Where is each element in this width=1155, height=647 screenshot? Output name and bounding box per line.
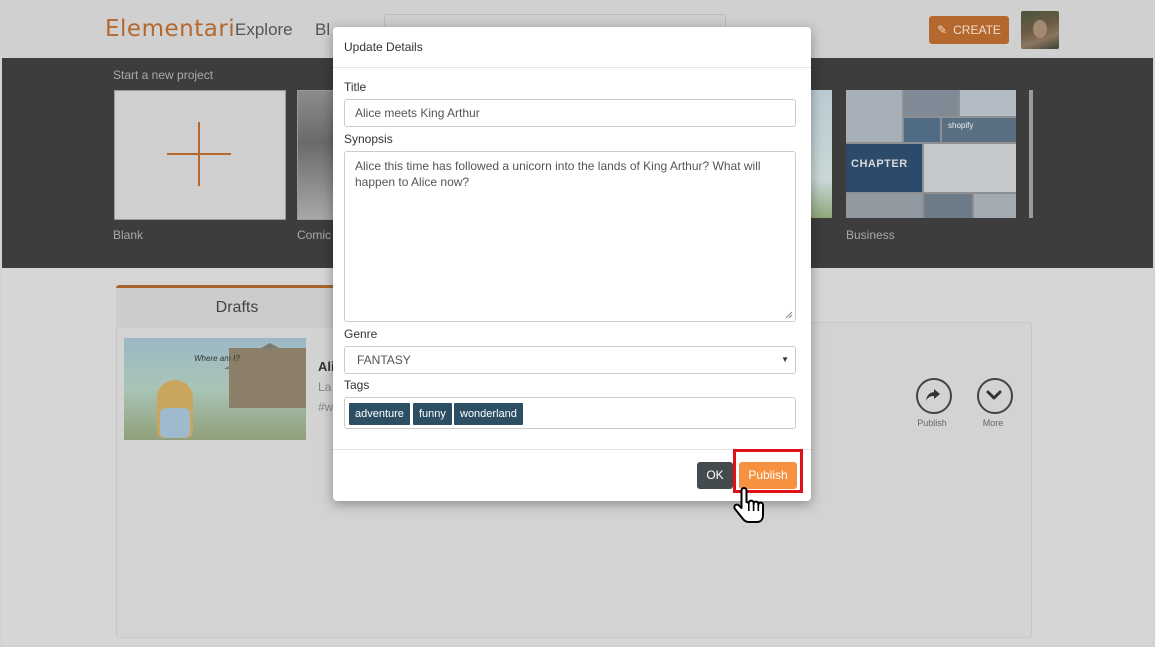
nav-blog-link[interactable]: Bl <box>315 20 330 40</box>
plus-icon-vertical <box>198 122 200 186</box>
new-project-heading: Start a new project <box>113 68 214 82</box>
thumb-house <box>229 348 306 408</box>
template-next-partial[interactable] <box>1029 90 1033 218</box>
share-arrow-icon <box>926 389 940 401</box>
tags-input[interactable]: adventure funny wonderland <box>344 397 796 429</box>
chevron-down-icon <box>986 390 1002 400</box>
tab-drafts-label: Drafts <box>215 299 259 316</box>
genre-value: FANTASY <box>357 353 411 367</box>
tag-chip[interactable]: wonderland <box>454 403 523 425</box>
more-options-label: More <box>982 418 1004 428</box>
template-business-label: Business <box>846 228 895 242</box>
title-label: Title <box>344 80 367 94</box>
create-button[interactable]: ✎ CREATE <box>929 16 1009 44</box>
thumb-dress <box>160 408 190 438</box>
draft-subtitle: La <box>318 380 332 394</box>
template-blank-label: Blank <box>113 228 144 242</box>
resize-grip-icon[interactable] <box>785 311 793 319</box>
logo[interactable]: Elementari <box>105 16 235 42</box>
template-blank[interactable] <box>114 90 286 220</box>
synopsis-text: Alice this time has followed a unicorn i… <box>355 159 761 189</box>
pencil-icon: ✎ <box>937 23 948 37</box>
create-button-label: CREATE <box>953 23 1001 37</box>
user-avatar[interactable] <box>1021 11 1059 49</box>
synopsis-textarea[interactable]: Alice this time has followed a unicorn i… <box>344 151 796 322</box>
business-chapter-text: CHAPTER <box>851 158 908 170</box>
dialog-title: Update Details <box>344 40 423 54</box>
draft-tags: #w <box>318 400 334 414</box>
publish-draft-button[interactable] <box>916 378 952 414</box>
caret-down-icon: ▼ <box>781 355 789 364</box>
business-shopify-text: shopify <box>948 121 974 130</box>
title-input[interactable]: Alice meets King Arthur <box>344 99 796 127</box>
tag-chip[interactable]: funny <box>413 403 452 425</box>
nav-explore-link[interactable]: Explore <box>235 20 293 40</box>
draft-thumbnail[interactable]: Where am I? <box>124 338 306 440</box>
template-comic-label: Comic <box>297 228 332 242</box>
template-business[interactable]: CHAPTER shopify <box>846 90 1016 218</box>
dialog-header: Update Details <box>333 27 811 68</box>
tags-label: Tags <box>344 378 370 392</box>
genre-label: Genre <box>344 327 378 341</box>
genre-select[interactable]: FANTASY ▼ <box>344 346 796 374</box>
more-options-button[interactable] <box>977 378 1013 414</box>
synopsis-label: Synopsis <box>344 132 393 146</box>
avatar-face <box>1033 20 1047 38</box>
tag-chip[interactable]: adventure <box>349 403 410 425</box>
update-details-dialog: Update Details Title Alice meets King Ar… <box>333 27 811 501</box>
ok-button[interactable]: OK <box>697 462 733 489</box>
template-picture-book[interactable] <box>808 90 832 218</box>
hand-pointer-icon <box>733 487 764 523</box>
tab-drafts[interactable]: Drafts <box>116 285 358 328</box>
publish-draft-label: Publish <box>917 418 947 428</box>
thumb-caption: Where am I? <box>194 354 240 363</box>
